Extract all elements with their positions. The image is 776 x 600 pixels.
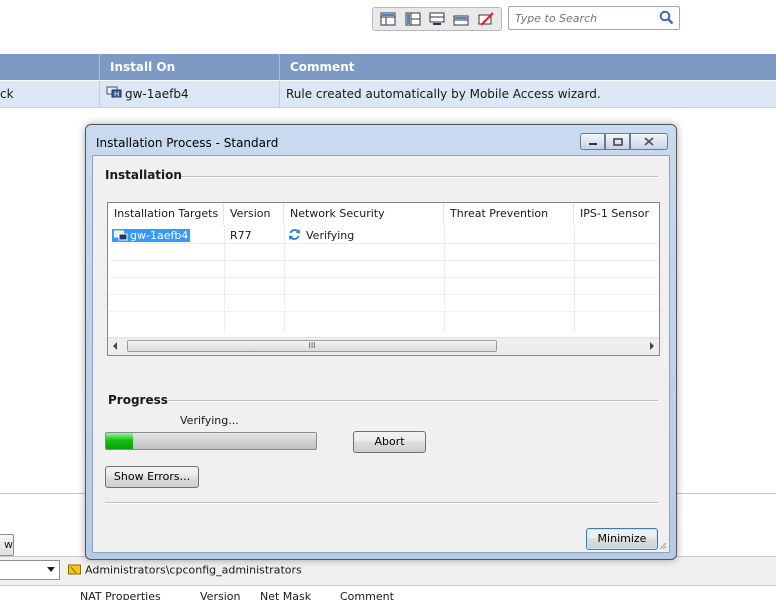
svg-text:H: H (114, 91, 119, 99)
grid-line (574, 225, 575, 333)
bottom-filter-select[interactable] (0, 560, 60, 580)
search-input[interactable] (513, 7, 657, 29)
resize-grip-icon[interactable] (657, 540, 667, 550)
grid-line (108, 294, 659, 295)
scroll-left-icon[interactable] (113, 342, 117, 350)
minimize-icon (588, 142, 597, 145)
close-window-button[interactable] (630, 133, 668, 150)
installation-process-dialog: Installation Process - Standard Installa… (85, 124, 677, 560)
column-header-install-on[interactable]: Install On (99, 54, 279, 80)
detail-view-icon[interactable] (451, 10, 471, 28)
dialog-title: Installation Process - Standard (96, 136, 279, 150)
scroll-right-icon[interactable] (650, 342, 654, 350)
selected-target: gw-1aefb4 (112, 229, 191, 242)
grid-line (108, 243, 659, 244)
scrollbar-thumb[interactable]: III (127, 340, 497, 352)
column-header-ips1-sensor[interactable]: IPS-1 Sensor (574, 203, 659, 225)
refresh-icon (288, 228, 301, 246)
grid-line (224, 225, 225, 333)
gateway-icon: H (106, 81, 122, 108)
window-controls (580, 133, 668, 150)
column-header-comment-bottom[interactable]: Comment (340, 590, 394, 600)
table-row[interactable]: ck H gw-1aefb4 Rule created automaticall… (0, 81, 776, 108)
progress-fill (106, 433, 134, 449)
bottom-divider (105, 502, 658, 504)
restore-window-button[interactable] (605, 133, 630, 150)
bottom-panel-button[interactable]: w (0, 534, 14, 556)
installation-divider (181, 176, 658, 178)
restore-icon (612, 137, 623, 146)
target-name: gw-1aefb4 (130, 229, 189, 242)
administrators-path: Administrators\cpconfig_administrators (68, 563, 302, 578)
layout-view-icon[interactable] (378, 10, 398, 28)
clear-filter-icon[interactable] (476, 10, 496, 28)
grid-line (108, 260, 659, 261)
install-on-cell: H gw-1aefb4 (99, 81, 279, 108)
network-security-text: Verifying (306, 229, 355, 242)
column-header-nat-properties[interactable]: NAT Properties (80, 590, 161, 600)
column-header-version[interactable]: Version (224, 203, 284, 225)
search-box (508, 6, 680, 30)
column-header-comment[interactable]: Comment (279, 54, 776, 80)
path-text: Administrators\cpconfig_administrators (85, 563, 302, 577)
gateway-icon (114, 229, 128, 246)
installation-section-label: Installation (105, 168, 182, 182)
abort-button[interactable]: Abort (353, 431, 426, 453)
dialog-body: Installation Installation Targets Versio… (92, 155, 670, 553)
rules-grid-header: Install On Comment (0, 54, 776, 80)
show-errors-button[interactable]: Show Errors... (105, 466, 199, 488)
install-on-text: gw-1aefb4 (125, 87, 189, 101)
column-header-version[interactable]: Version (200, 590, 240, 600)
progress-divider (168, 400, 658, 402)
minimize-window-button[interactable] (580, 133, 605, 150)
columns-view-icon[interactable] (403, 10, 423, 28)
folder-icon (68, 563, 81, 578)
network-security-status: Verifying (288, 228, 354, 246)
close-icon (644, 137, 654, 146)
comment-cell: Rule created automatically by Mobile Acc… (279, 81, 776, 108)
progress-section-label: Progress (108, 393, 168, 407)
search-icon[interactable] (659, 10, 674, 28)
progress-bar (105, 432, 317, 450)
view-toolbar (372, 7, 502, 31)
rows-view-icon[interactable] (427, 10, 447, 28)
column-header-network-security[interactable]: Network Security (284, 203, 444, 225)
minimize-button[interactable]: Minimize (586, 528, 658, 550)
chevron-down-icon (47, 567, 55, 572)
column-header-threat-prevention[interactable]: Threat Prevention (444, 203, 574, 225)
installation-targets-list[interactable]: Installation Targets Version Network Sec… (107, 202, 660, 356)
horizontal-scrollbar[interactable]: III (108, 337, 659, 355)
grid-line (444, 225, 445, 333)
grid-line (108, 277, 659, 278)
action-cell: ck (0, 87, 14, 101)
column-header-net-mask[interactable]: Net Mask (260, 590, 311, 600)
grid-line (108, 311, 659, 312)
column-header-installation-targets[interactable]: Installation Targets (108, 203, 224, 225)
progress-status-text: Verifying... (180, 414, 239, 427)
grid-line (284, 225, 285, 333)
list-item[interactable]: gw-1aefb4 (112, 228, 191, 244)
target-version: R77 (230, 229, 252, 242)
